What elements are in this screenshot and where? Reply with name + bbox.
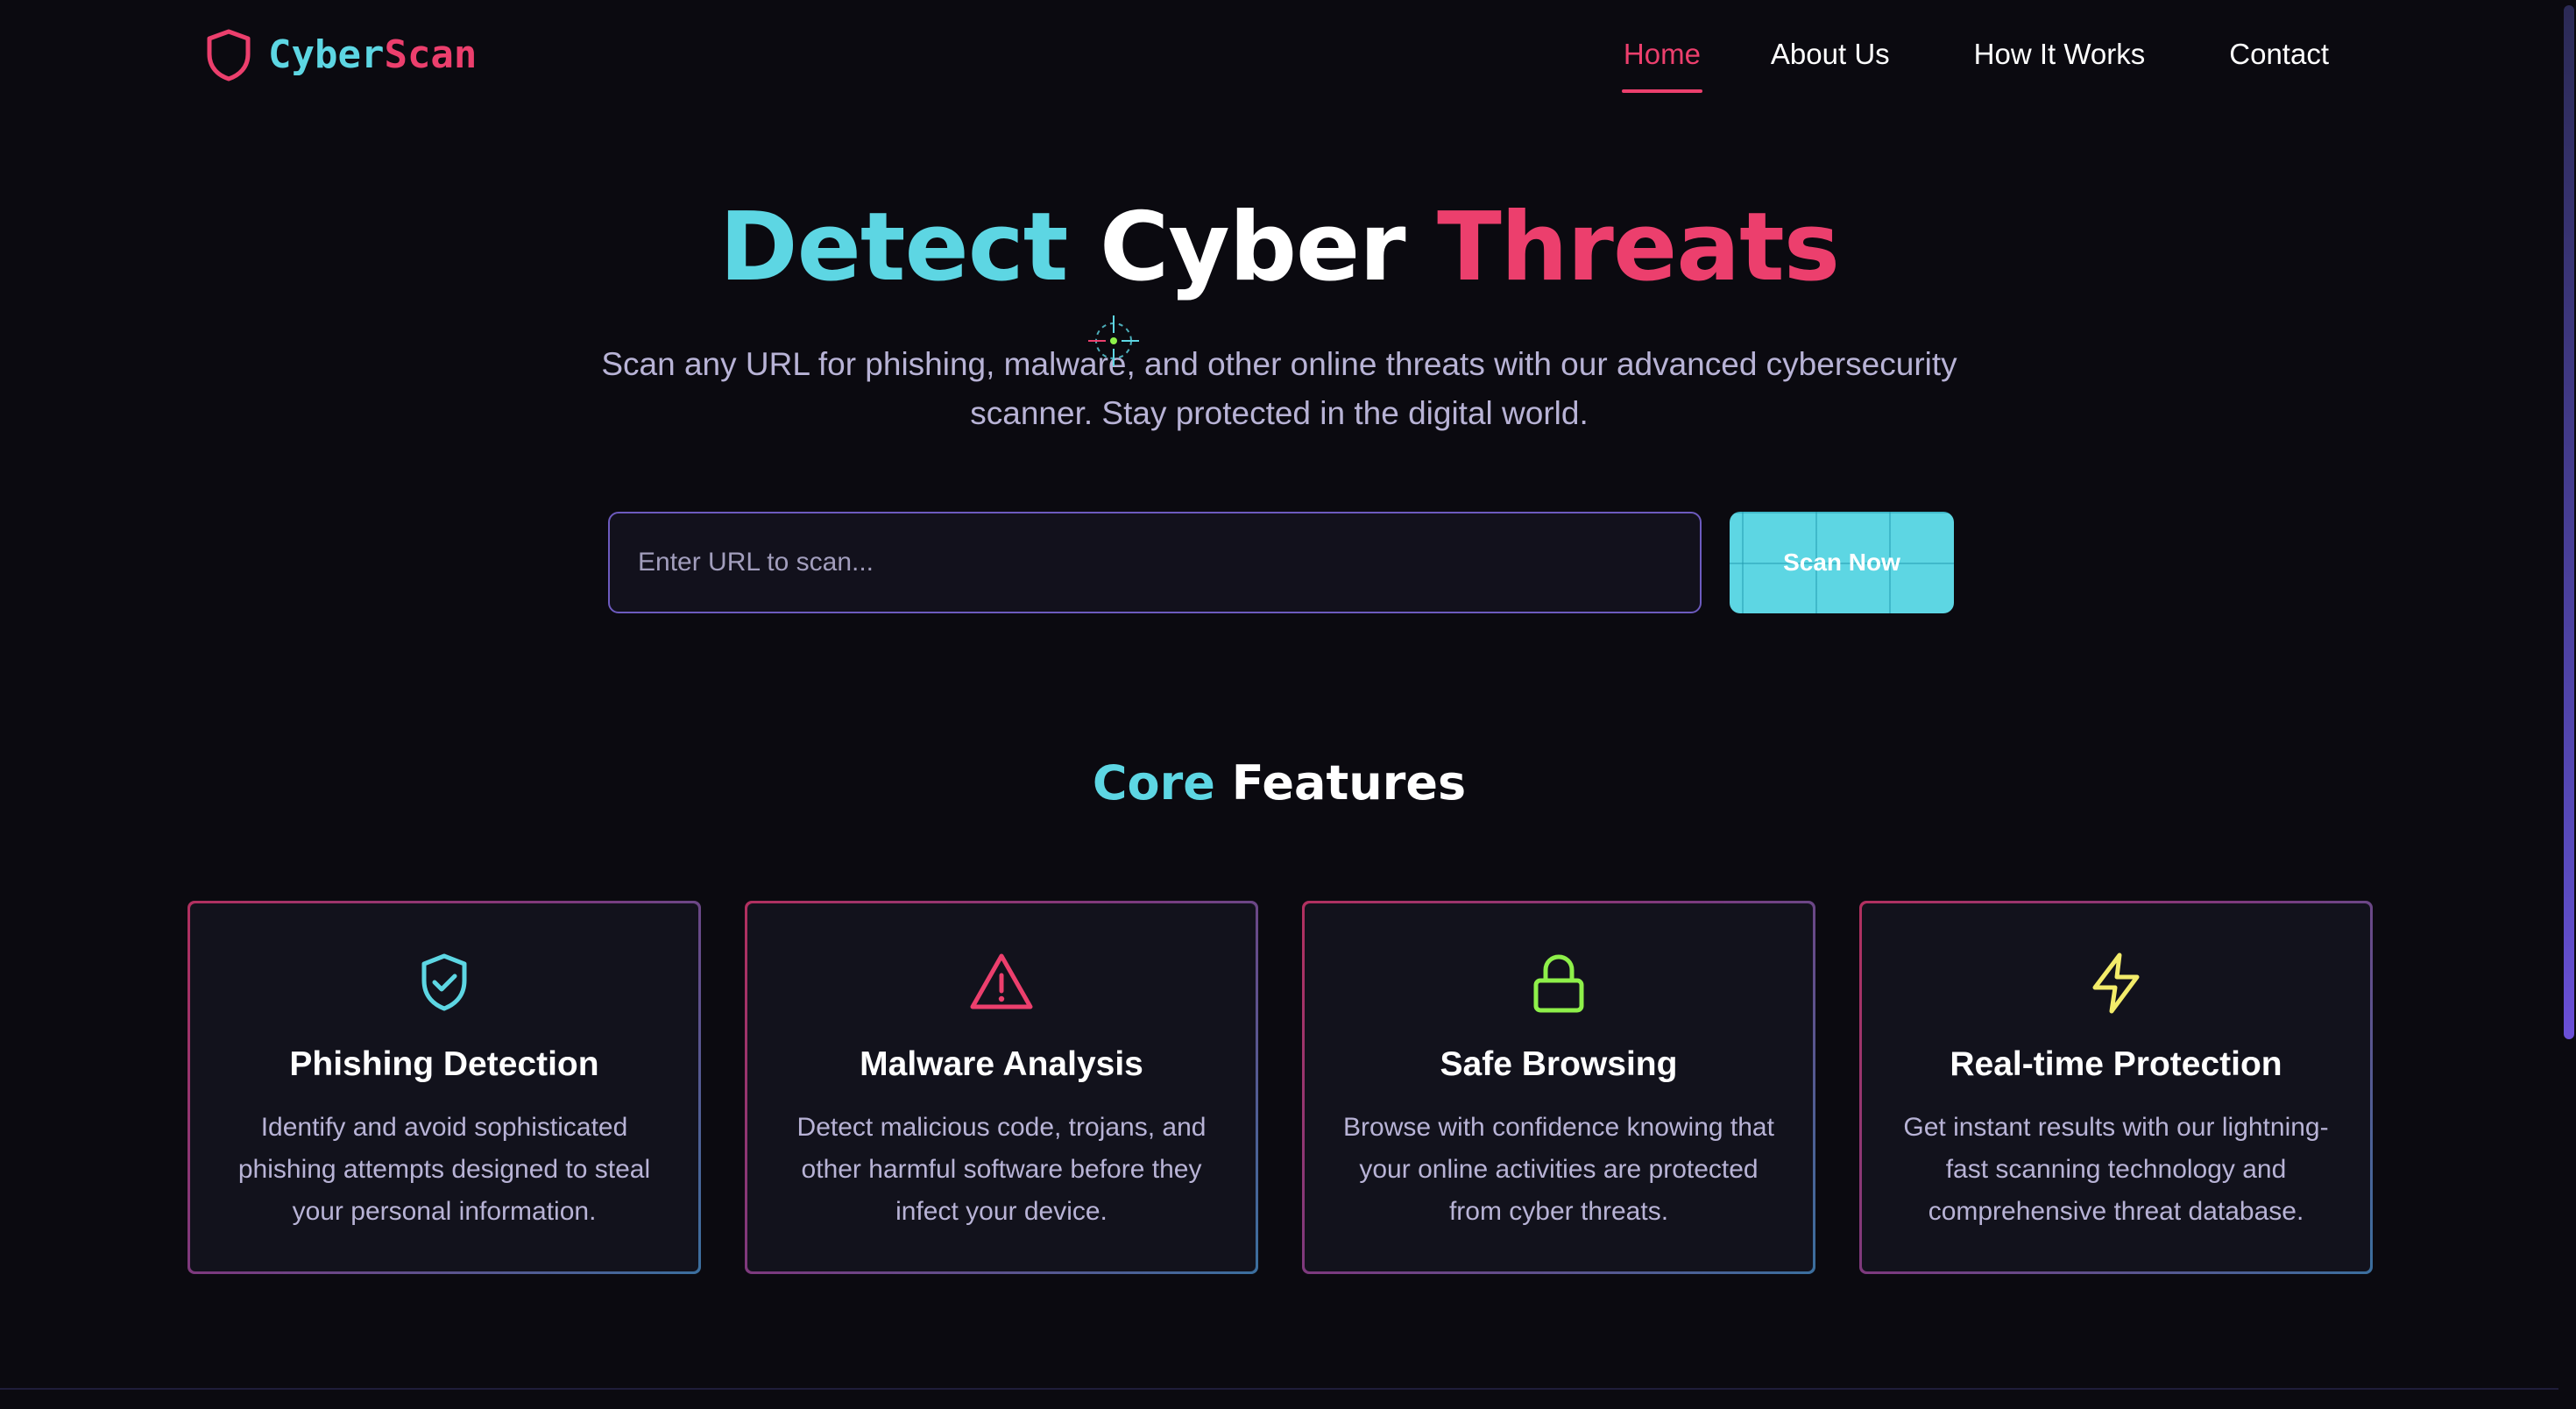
feature-card-title: Real-time Protection <box>1950 1045 2282 1083</box>
feature-card-description: Identify and avoid sophisticated phishin… <box>237 1113 651 1226</box>
nav-links: Home About Us How It Works Contact <box>1621 33 2329 93</box>
brand-name: CyberScan <box>268 36 477 74</box>
features-title-part2: Features <box>1231 755 1467 811</box>
alert-triangle-icon <box>970 953 1033 1009</box>
shield-check-icon <box>421 953 467 1011</box>
scan-now-button[interactable]: Scan Now <box>1730 512 1954 613</box>
hero-title-part1: Detect <box>719 193 1068 302</box>
nav-item-contact[interactable]: Contact <box>2229 33 2329 82</box>
feature-card-description: Get instant results with our lightning-f… <box>1903 1113 2329 1226</box>
hero-title-part2: Cyber <box>1100 193 1405 302</box>
nav-item-how-it-works[interactable]: How It Works <box>1974 33 2146 82</box>
feature-card-title: Malware Analysis <box>860 1045 1143 1083</box>
feature-card-realtime: Real-time Protection Get instant results… <box>1859 901 2373 1274</box>
brand-name-part2: Scan <box>384 32 478 77</box>
scrollbar[interactable] <box>2558 0 2576 1409</box>
features-title-part1: Core <box>1092 755 1215 811</box>
url-input[interactable] <box>608 512 1702 613</box>
feature-card-malware: Malware Analysis Detect malicious code, … <box>745 901 1258 1274</box>
nav-item-home[interactable]: Home <box>1621 33 1702 93</box>
hero-subtitle: Scan any URL for phishing, malware, and … <box>601 346 1957 431</box>
footer-divider <box>0 1388 2558 1390</box>
nav-item-about-us[interactable]: About Us <box>1771 33 1890 82</box>
lock-icon <box>1533 954 1584 1013</box>
shield-icon <box>207 29 251 81</box>
feature-card-description: Detect malicious code, trojans, and othe… <box>796 1113 1207 1226</box>
feature-card-safe-browsing: Safe Browsing Browse with confidence kno… <box>1302 901 1815 1274</box>
crosshair-cursor-icon <box>1088 315 1139 366</box>
feature-card-phishing: Phishing Detection Identify and avoid so… <box>188 901 701 1274</box>
page: CyberScan Home About Us How It Works Con… <box>0 0 2576 1409</box>
lightning-icon <box>2092 952 2140 1014</box>
hero-title: Detect Cyber Threats <box>0 191 2558 305</box>
feature-card-title: Phishing Detection <box>289 1045 599 1083</box>
scrollbar-thumb[interactable] <box>2564 5 2574 1039</box>
brand-logo[interactable]: CyberScan <box>205 28 477 82</box>
brand-name-part1: Cyber <box>268 32 385 77</box>
navbar: CyberScan Home About Us How It Works Con… <box>0 0 2558 114</box>
feature-card-description: Browse with confidence knowing that your… <box>1343 1113 1774 1226</box>
feature-card-body: Safe Browsing Browse with confidence kno… <box>1305 903 1813 1271</box>
features-title: Core Features <box>0 750 2558 817</box>
feature-card-title: Safe Browsing <box>1440 1045 1678 1083</box>
feature-card-body: Malware Analysis Detect malicious code, … <box>747 903 1256 1271</box>
hero-title-part3: Threats <box>1437 193 1840 302</box>
feature-card-body: Phishing Detection Identify and avoid so… <box>190 903 698 1271</box>
feature-cards: Phishing Detection Identify and avoid so… <box>188 901 2374 1274</box>
feature-card-body: Real-time Protection Get instant results… <box>1862 903 2370 1271</box>
